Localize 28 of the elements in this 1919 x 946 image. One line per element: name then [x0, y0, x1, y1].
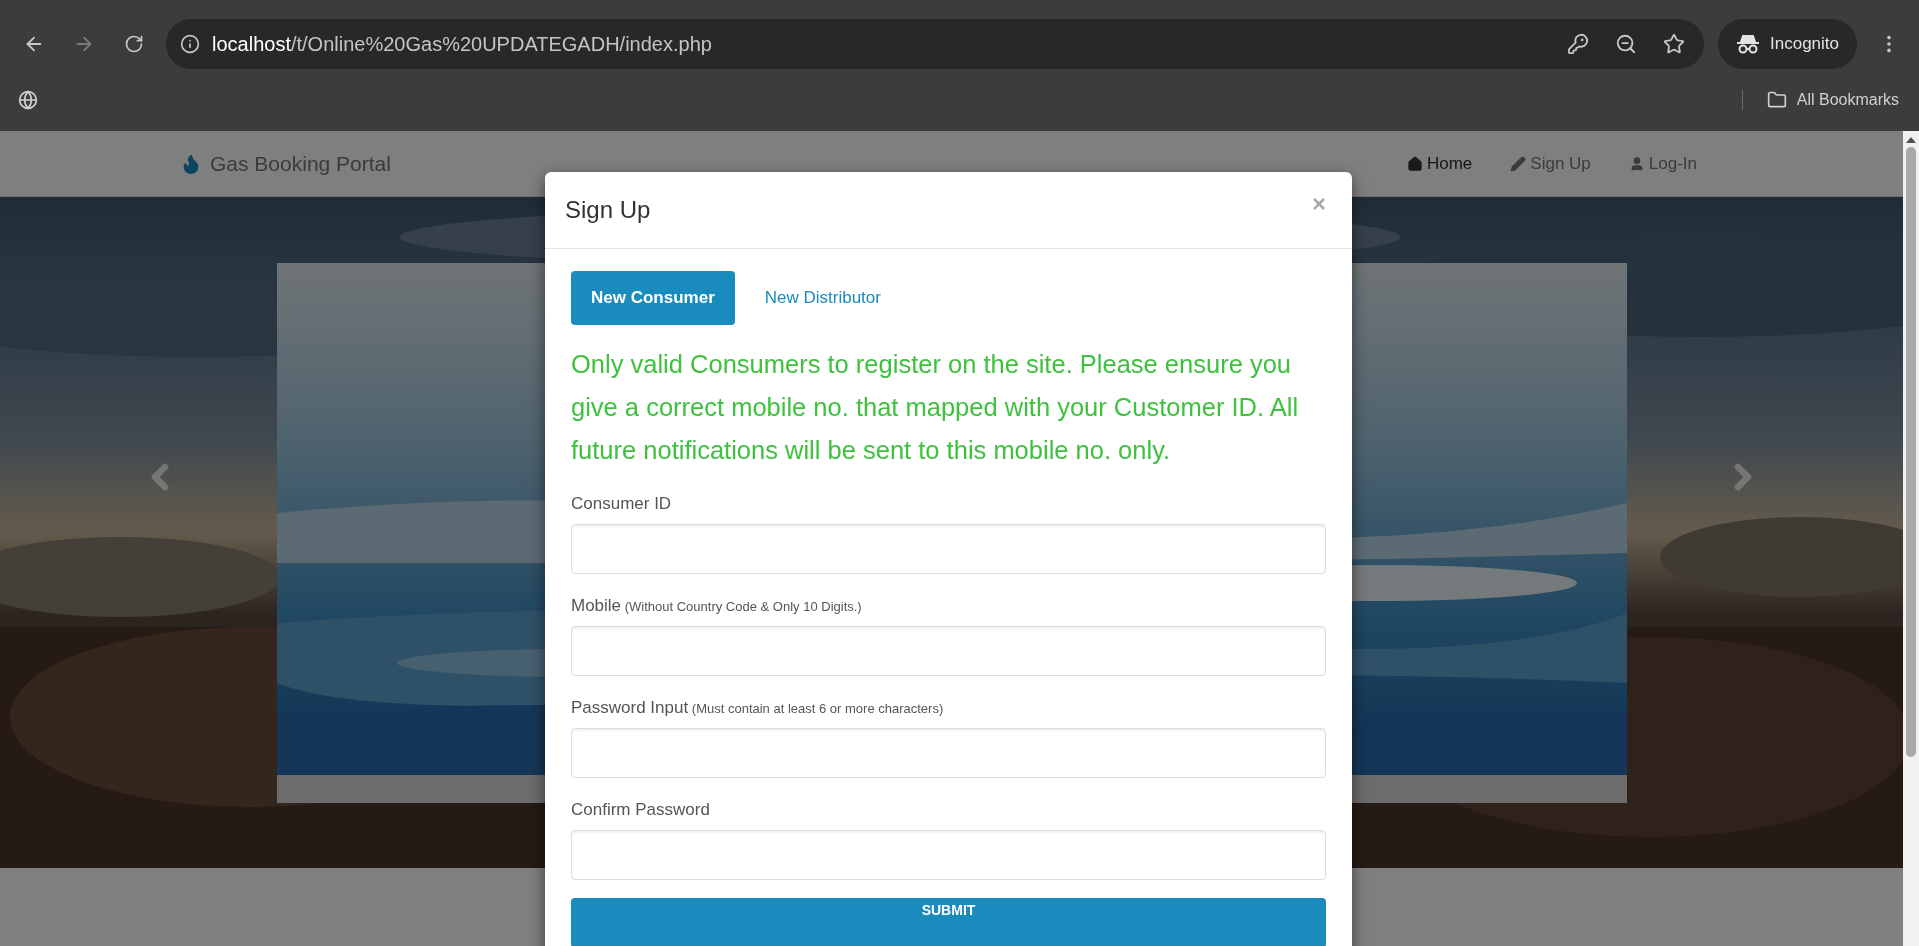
nav-link[interactable]: Log-In	[1628, 153, 1697, 174]
globe-icon[interactable]	[18, 89, 38, 110]
profile-button[interactable]: Incognito	[1718, 19, 1857, 69]
brand-logo[interactable]: Gas Booking Portal	[180, 151, 391, 176]
scrollbar[interactable]	[1903, 131, 1919, 946]
bookmarks-folder[interactable]: All Bookmarks	[1741, 89, 1899, 110]
field-label: Confirm Password	[571, 800, 711, 820]
info-icon[interactable]	[180, 34, 200, 54]
dialog-title: Sign Up	[565, 196, 651, 224]
tab[interactable]: New Distributor	[744, 271, 901, 325]
nav-link[interactable]: Home	[1406, 153, 1473, 174]
incognito-icon	[1736, 34, 1760, 54]
submit-button[interactable]: SUBMIT	[571, 898, 1326, 946]
nav-link[interactable]: Sign Up	[1510, 153, 1591, 174]
folder-icon	[1766, 89, 1787, 110]
input-field[interactable]	[571, 728, 1326, 778]
pencil-icon	[1510, 155, 1527, 172]
field-label: Password Input (Must contain at least 6 or more characters)	[571, 698, 945, 718]
close-button[interactable]: ×	[1312, 190, 1326, 218]
home-icon	[1406, 155, 1423, 172]
input-field[interactable]	[571, 830, 1326, 880]
address-bar[interactable]: localhost/t/Online%20Gas%20UPDATEGADH/index.php	[166, 19, 1704, 69]
input-field[interactable]	[571, 524, 1326, 574]
input-field[interactable]	[571, 626, 1326, 676]
tab[interactable]: New Consumer	[571, 271, 735, 325]
field-label: Consumer ID	[571, 494, 673, 514]
field-label: Mobile (Without Country Code & Only 10 Digits.)	[571, 596, 863, 616]
notice-text: Only valid Consumers to register on the site. Please ensure you give a correct mobile no. that mapped with your Customer ID. All future notifications will be sent to this mobile no. only.	[571, 349, 1300, 466]
